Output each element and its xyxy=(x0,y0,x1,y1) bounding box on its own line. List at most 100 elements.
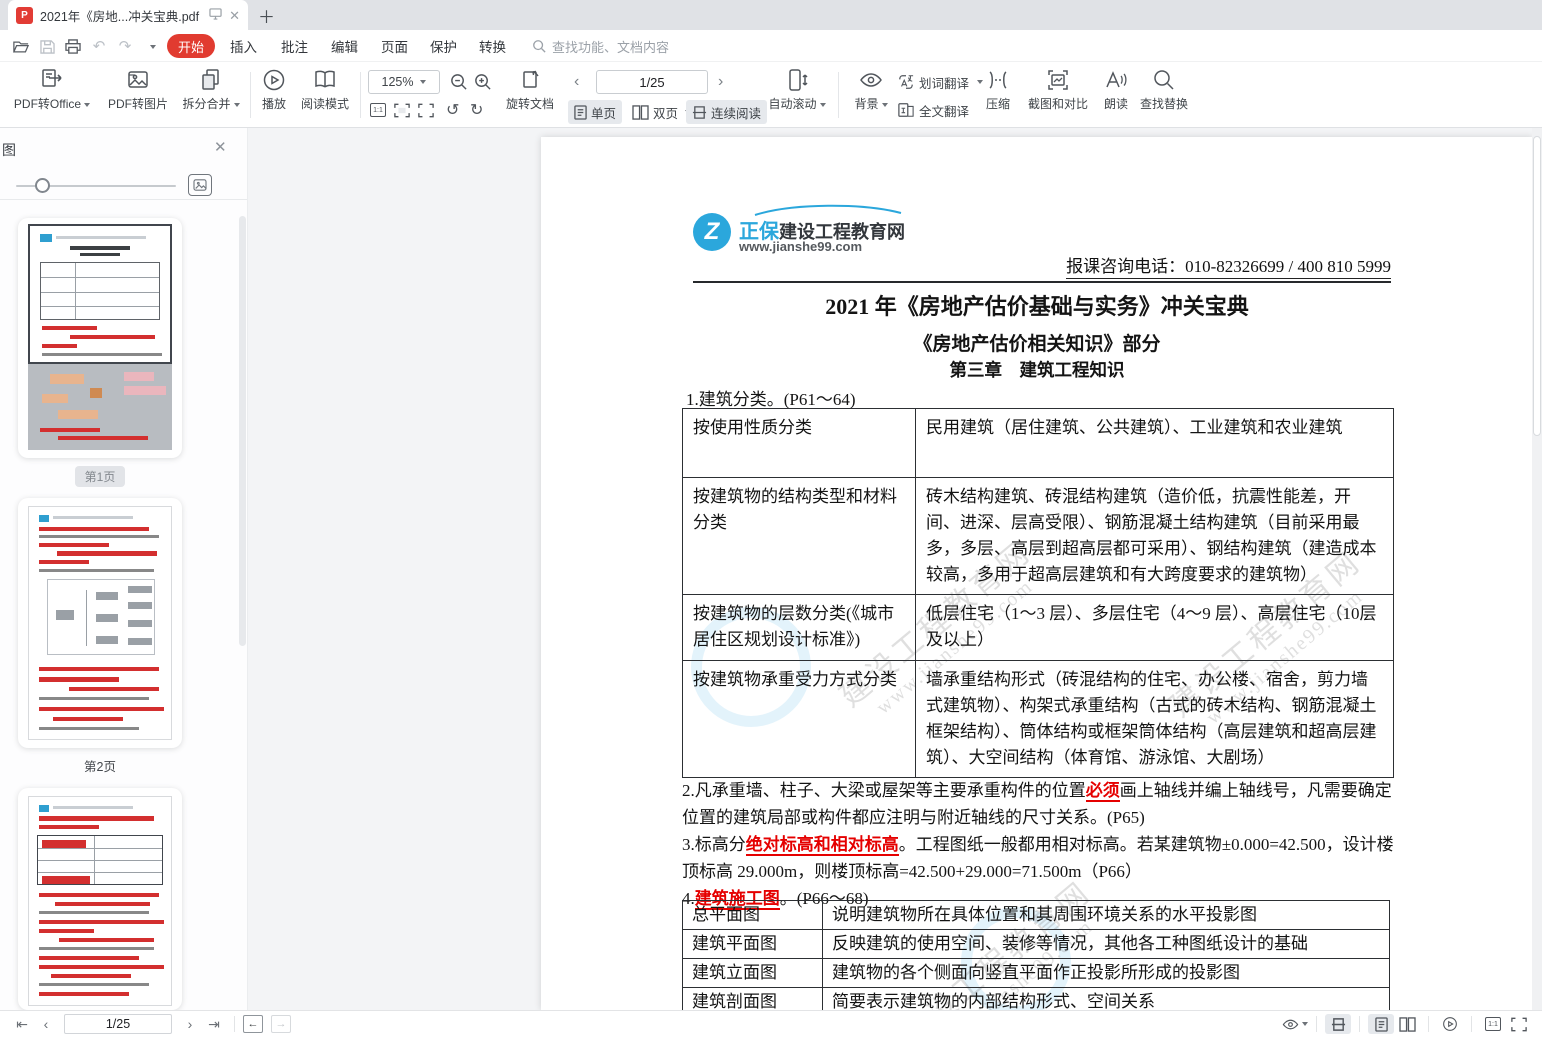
redo-icon[interactable]: ↷ xyxy=(112,37,138,55)
table-cell-label: 按使用性质分类 xyxy=(683,409,916,478)
ribbon-separator xyxy=(360,72,361,118)
full-translate-button[interactable]: 全文翻译 xyxy=(898,99,969,121)
search-input[interactable]: 查找功能、文档内容 xyxy=(532,30,669,62)
history-forward-button[interactable]: → xyxy=(271,1015,291,1033)
fit-page-icon[interactable] xyxy=(394,103,410,123)
thumbnail-view-icon[interactable] xyxy=(188,174,212,196)
menu-item-page[interactable]: 页面 xyxy=(381,30,408,62)
history-back-button[interactable]: ← xyxy=(243,1015,263,1033)
document-letterhead: Z 正保建设工程教育网 www.jianshe99.com 报课咨询电话：010… xyxy=(693,207,1391,283)
previous-page-icon[interactable]: ‹ xyxy=(34,1017,58,1031)
background-button[interactable]: 背景 xyxy=(846,68,896,113)
read-aloud-button[interactable]: 朗读 xyxy=(1096,68,1136,113)
document-tab[interactable]: P 2021年《房地...冲关宝典.pdf ✕ xyxy=(8,0,248,30)
panel-close-icon[interactable]: ✕ xyxy=(214,138,227,156)
previous-page-icon[interactable]: ‹ xyxy=(574,70,579,94)
document-subtitle: 《房地产估价相关知识》部分 xyxy=(541,329,1533,356)
print-icon[interactable] xyxy=(60,38,86,55)
table-cell-label: 按建筑物的层数分类(《城市居住区规划设计标准》) xyxy=(683,595,916,661)
rotate-document-button[interactable]: 旋转文档 xyxy=(498,68,562,113)
screenshot-compare-button[interactable]: 截图和对比 xyxy=(1022,68,1094,113)
save-icon[interactable] xyxy=(34,38,60,55)
zoom-out-icon[interactable] xyxy=(449,72,468,96)
table-cell-value: 建筑物的各个侧面向竖直平面作正投影所形成的投影图 xyxy=(823,959,1390,988)
main-scrollbar-thumb[interactable] xyxy=(1533,136,1541,436)
table-cell-label: 建筑立面图 xyxy=(683,959,823,988)
continuous-read-icon xyxy=(692,105,707,120)
main-scrollbar-track[interactable] xyxy=(1532,128,1542,1010)
compress-button[interactable]: 压缩 xyxy=(978,68,1018,113)
page-thumbnail-1[interactable] xyxy=(18,218,182,458)
word-translate-button[interactable]: 划词翻译 xyxy=(898,71,983,93)
panel-title: 图 xyxy=(2,140,16,160)
play-icon[interactable] xyxy=(1437,1014,1463,1034)
single-page-toggle[interactable]: 单页 xyxy=(568,100,622,124)
status-page-indicator-input[interactable] xyxy=(64,1014,172,1034)
single-page-icon[interactable] xyxy=(1368,1014,1394,1034)
table-cell-value: 墙承重结构形式（砖混结构的住宅、办公楼、宿舍，剪力墙式建筑物）、构架式承重结构（… xyxy=(916,661,1394,778)
table-cell-label: 建筑平面图 xyxy=(683,930,823,959)
ribbon-separator xyxy=(838,72,839,118)
find-replace-button[interactable]: 查找替换 xyxy=(1134,68,1194,113)
table-cell-label: 按建筑物的结构类型和材料分类 xyxy=(683,478,916,595)
pdf-to-office-button[interactable]: PDF转Office xyxy=(8,68,96,113)
thumbnail-diagram xyxy=(47,579,155,655)
thumbnail-page xyxy=(28,796,172,1006)
open-file-icon[interactable] xyxy=(8,38,34,55)
thumbnail-page xyxy=(28,506,172,740)
play-button[interactable]: 播放 xyxy=(254,68,294,113)
toolbar-options-icon[interactable] xyxy=(138,38,164,55)
menu-item-edit[interactable]: 编辑 xyxy=(331,30,358,62)
search-placeholder: 查找功能、文档内容 xyxy=(552,37,669,56)
next-page-icon[interactable]: › xyxy=(718,70,723,94)
page-label-2: 第2页 xyxy=(18,756,182,775)
caret-down-icon xyxy=(84,103,90,107)
double-page-icon[interactable] xyxy=(1394,1014,1420,1034)
tab-close-icon[interactable]: ✕ xyxy=(229,9,240,22)
monitor-icon[interactable] xyxy=(209,8,222,22)
menu-item-protect[interactable]: 保护 xyxy=(430,30,457,62)
zoom-level-select[interactable]: 125% xyxy=(368,70,440,94)
next-page-icon[interactable]: › xyxy=(178,1017,202,1031)
page-thumbnail-3[interactable] xyxy=(18,788,182,1010)
table-cell-value: 说明建筑物所在具体位置和其周围环境关系的水平投影图 xyxy=(823,901,1390,930)
full-translate-icon xyxy=(898,102,914,118)
auto-scroll-button[interactable]: 自动滚动 xyxy=(766,68,828,113)
caret-down-icon xyxy=(820,103,826,107)
pdf-file-icon: P xyxy=(16,7,33,24)
contact-phone: 报课咨询电话：010-82326699 / 400 810 5999 xyxy=(1066,252,1391,279)
background-icon[interactable] xyxy=(1282,1014,1308,1034)
document-page[interactable]: 建设工程教育网www.jianshe99.com 建设工程教育网www.jian… xyxy=(541,137,1533,1010)
menu-item-insert[interactable]: 插入 xyxy=(230,30,257,62)
menu-item-convert[interactable]: 转换 xyxy=(479,30,506,62)
pdf-to-image-button[interactable]: PDF转图片 xyxy=(100,68,176,113)
zoom-in-icon[interactable] xyxy=(473,72,492,96)
menu-item-start[interactable]: 开始 xyxy=(167,34,215,58)
statusbar-separator xyxy=(1359,1016,1360,1032)
last-page-icon[interactable]: ⇥ xyxy=(202,1017,226,1031)
continuous-read-toggle[interactable]: 连续阅读 xyxy=(686,100,767,124)
page-indicator-input[interactable] xyxy=(596,70,708,94)
table-row: 建筑立面图 建筑物的各个侧面向竖直平面作正投影所形成的投影图 xyxy=(683,959,1390,988)
status-bar: ⇤ ‹ › ⇥ ← → 1:1 xyxy=(0,1010,1542,1037)
split-merge-button[interactable]: 拆分合并 xyxy=(178,68,244,113)
sidebar-scrollbar[interactable] xyxy=(239,216,246,646)
thumbnail-page-visible-region xyxy=(28,224,172,364)
table-row: 按建筑物的层数分类(《城市居住区规划设计标准》) 低层住宅（1～3 层）、多层住… xyxy=(683,595,1394,661)
menu-item-annotate[interactable]: 批注 xyxy=(281,30,308,62)
actual-size-icon[interactable]: 1:1 xyxy=(1480,1014,1506,1034)
undo-icon[interactable]: ↶ xyxy=(86,37,112,55)
actual-size-icon[interactable]: 1:1 xyxy=(370,103,386,117)
continuous-read-icon[interactable] xyxy=(1325,1014,1351,1034)
fit-page-icon[interactable] xyxy=(1506,1014,1532,1034)
page-thumbnail-2[interactable] xyxy=(18,498,182,748)
quick-access-toolbar: ↶ ↷ xyxy=(8,30,164,62)
new-tab-button[interactable]: ＋ xyxy=(258,3,275,28)
fit-width-icon[interactable] xyxy=(418,103,434,123)
thumbnail-size-slider-knob[interactable] xyxy=(35,178,50,193)
rotate-right-icon[interactable]: ↻ xyxy=(470,103,483,119)
rotate-left-icon[interactable]: ↺ xyxy=(446,103,459,119)
first-page-icon[interactable]: ⇤ xyxy=(10,1017,34,1031)
read-mode-button[interactable]: 阅读模式 xyxy=(296,68,354,113)
caret-down-icon xyxy=(150,45,156,49)
